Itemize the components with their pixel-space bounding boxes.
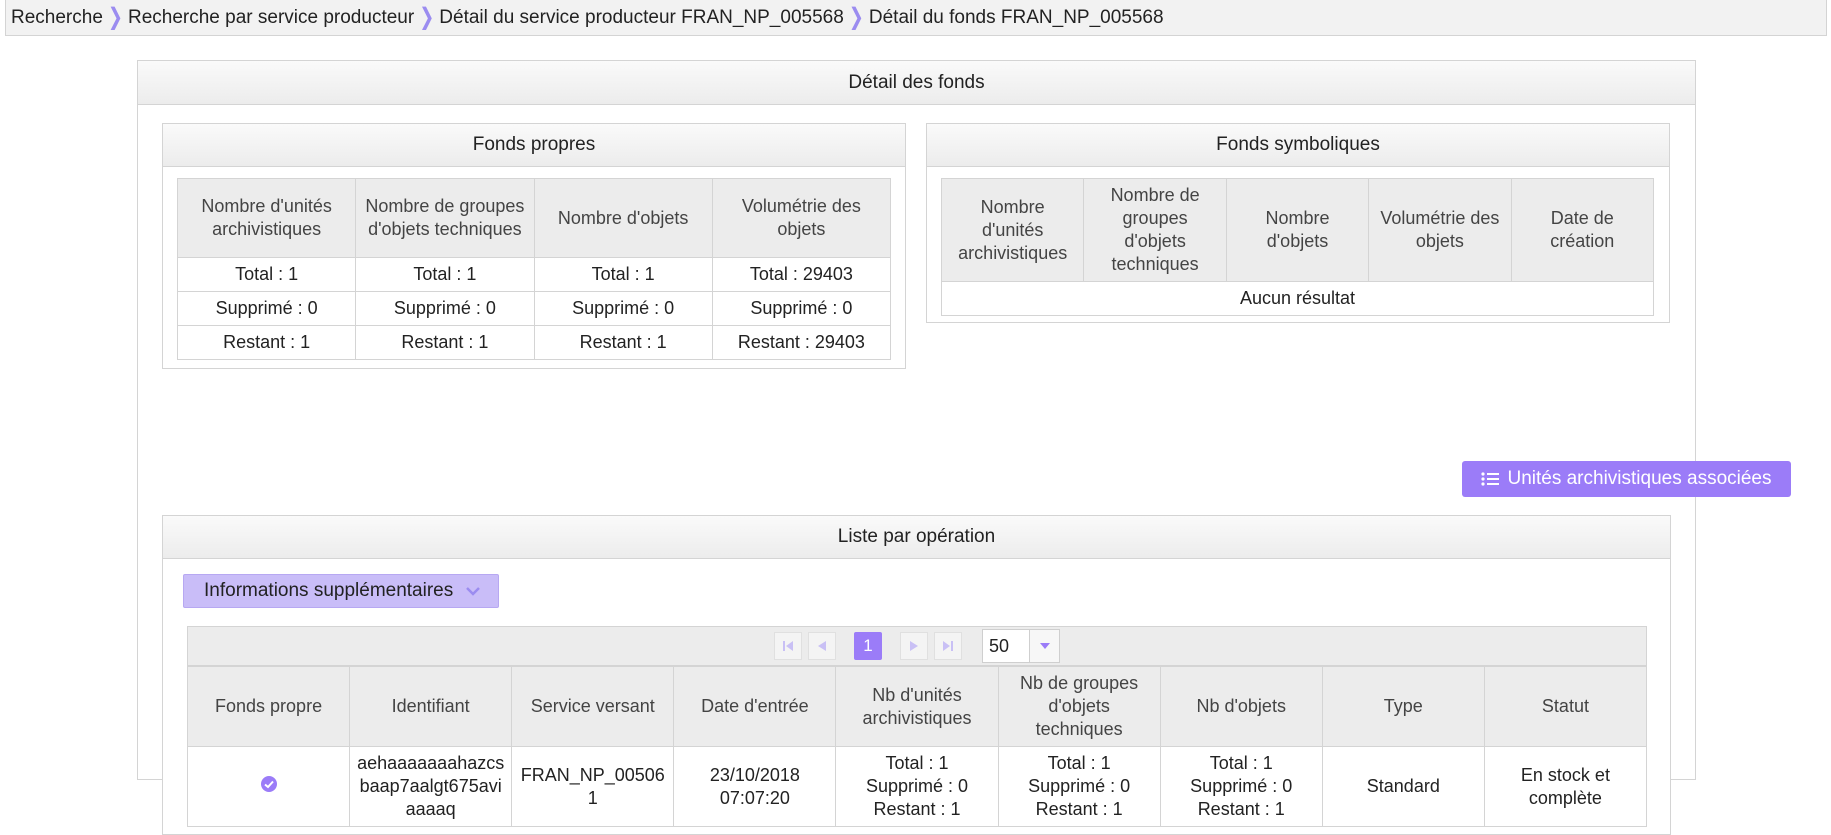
page-size-value: 50 — [989, 635, 1010, 656]
operations-table: Fonds propre Identifiant Service versant… — [186, 666, 1648, 827]
table-cell: Total : 1 — [355, 257, 535, 292]
associated-units-label: Unités archivistiques associées — [1507, 468, 1772, 489]
column-header[interactable]: Identifiant — [349, 666, 513, 747]
table-cell: Restant : 1 — [533, 325, 713, 360]
column-header[interactable]: Nb d'unités archivistiques — [835, 666, 999, 747]
table-row: Supprimé : 0 Supprimé : 0 Supprimé : 0 S… — [176, 291, 892, 326]
type-cell: Standard — [1321, 746, 1485, 827]
fonds-symboliques-table: Nombre d'unités archivistiques Nombre de… — [940, 178, 1655, 316]
table-row[interactable]: aehaaaaaaahazcsbaap7aalgt675aviaaaaq FRA… — [186, 746, 1648, 827]
operations-title: Liste par opération — [163, 516, 1670, 559]
column-header: Volumétrie des objets — [711, 178, 892, 258]
breadcrumb-item-fonds-detail: Détail du fonds FRAN_NP_005568 — [868, 6, 1164, 28]
table-row: Aucun résultat — [941, 281, 1654, 316]
caret-down-icon — [1029, 630, 1059, 662]
column-header[interactable]: Nb d'objets — [1159, 666, 1323, 747]
column-header[interactable]: Statut — [1483, 666, 1648, 747]
column-header[interactable]: Fonds propre — [186, 666, 351, 747]
check-circle-icon — [260, 775, 278, 797]
breadcrumb-item-service-search[interactable]: Recherche par service producteur — [128, 7, 414, 29]
table-cell: Supprimé : 0 — [176, 291, 357, 326]
previous-page-icon — [818, 641, 826, 651]
nb-objets-remaining: Restant : 1 — [1197, 799, 1285, 819]
date-entree-date: 23/10/2018 — [709, 764, 800, 785]
column-header[interactable]: Type — [1321, 666, 1485, 747]
table-cell: Total : 29403 — [711, 257, 892, 292]
nb-got-total: Total : 1 — [1047, 753, 1111, 773]
fonds-symboliques-title: Fonds symboliques — [927, 124, 1669, 167]
table-cell: Restant : 1 — [176, 325, 357, 360]
nb-got-deleted: Supprimé : 0 — [1028, 776, 1131, 796]
page-size-select[interactable]: 50 — [982, 629, 1060, 663]
additional-info-label: Informations supplémentaires — [204, 580, 454, 601]
date-entree-time: 07:07:20 — [719, 787, 790, 808]
paginator: 1 50 — [187, 626, 1647, 666]
associated-units-button[interactable]: Unités archivistiques associées — [1462, 461, 1791, 497]
fonds-detail-panel: Détail des fonds Fonds propres Nombre d'… — [137, 60, 1791, 835]
breadcrumb-item-service-detail[interactable]: Détail du service producteur FRAN_NP_005… — [439, 7, 844, 29]
column-header: Nombre de groupes d'objets techniques — [355, 178, 535, 258]
breadcrumb-item-recherche[interactable]: Recherche — [11, 7, 103, 29]
next-page-button[interactable] — [900, 632, 928, 660]
chevron-right-icon: ❯ — [848, 3, 864, 30]
first-page-button[interactable] — [774, 632, 802, 660]
chevron-right-icon: ❯ — [107, 3, 123, 30]
fonds-symboliques-panel: Fonds symboliques Nombre d'unités archiv… — [926, 123, 1670, 323]
nb-objets-total: Total : 1 — [1209, 753, 1273, 773]
table-cell: Total : 1 — [176, 257, 357, 292]
nb-ua-cell: Total : 1 Supprimé : 0 Restant : 1 — [835, 746, 999, 827]
column-header: Nombre d'unités archivistiques — [940, 178, 1085, 282]
column-header: Nombre d'unités archivistiques — [176, 178, 357, 258]
table-cell: Total : 1 — [533, 257, 713, 292]
table-row: Total : 1 Total : 1 Total : 1 Total : 29… — [176, 257, 892, 292]
table-cell: Restant : 29403 — [711, 325, 892, 360]
column-header[interactable]: Nb de groupes d'objets techniques — [997, 666, 1161, 747]
fonds-propres-panel: Fonds propres Nombre d'unités archivisti… — [162, 123, 906, 369]
table-row: Restant : 1 Restant : 1 Restant : 1 Rest… — [176, 325, 892, 360]
nb-got-cell: Total : 1 Supprimé : 0 Restant : 1 — [997, 746, 1161, 827]
breadcrumb: Recherche ❯ Recherche par service produc… — [5, 0, 1827, 36]
page-number-button[interactable]: 1 — [854, 632, 882, 660]
chevron-down-icon — [465, 586, 481, 596]
list-icon — [1481, 471, 1500, 487]
empty-result-text: Aucun résultat — [941, 281, 1654, 316]
table-cell: Supprimé : 0 — [355, 291, 535, 326]
additional-info-button[interactable]: Informations supplémentaires — [183, 574, 499, 608]
table-cell: Supprimé : 0 — [533, 291, 713, 326]
fonds-propres-table: Nombre d'unités archivistiques Nombre de… — [176, 178, 892, 360]
column-header: Nombre d'objets — [1225, 178, 1370, 282]
last-page-button[interactable] — [934, 632, 962, 660]
fonds-propre-cell — [186, 746, 351, 827]
column-header: Date de création — [1510, 178, 1655, 282]
status-cell: En stock et complète — [1483, 746, 1648, 827]
panel-title: Détail des fonds — [138, 61, 1695, 105]
nb-ua-deleted: Supprimé : 0 — [865, 776, 969, 796]
operations-panel: Liste par opération Informations supplém… — [162, 515, 1671, 835]
column-header: Nombre d'objets — [533, 178, 713, 258]
nb-got-remaining: Restant : 1 — [1035, 799, 1123, 819]
table-cell: Supprimé : 0 — [711, 291, 892, 326]
nb-objets-deleted: Supprimé : 0 — [1190, 776, 1293, 796]
chevron-right-icon: ❯ — [419, 3, 435, 30]
fonds-propres-title: Fonds propres — [163, 124, 905, 167]
column-header[interactable]: Service versant — [511, 666, 675, 747]
table-cell: Restant : 1 — [355, 325, 535, 360]
last-page-icon — [943, 641, 953, 651]
column-header: Volumétrie des objets — [1368, 178, 1512, 282]
nb-objets-cell: Total : 1 Supprimé : 0 Restant : 1 — [1159, 746, 1323, 827]
first-page-icon — [783, 641, 793, 651]
next-page-icon — [910, 641, 918, 651]
column-header[interactable]: Date d'entrée — [673, 666, 837, 747]
previous-page-button[interactable] — [808, 632, 836, 660]
identifier-cell: aehaaaaaaahazcsbaap7aalgt675aviaaaaq — [349, 746, 513, 827]
nb-ua-total: Total : 1 — [885, 753, 949, 773]
date-entree-cell: 23/10/2018 07:07:20 — [673, 746, 837, 827]
nb-ua-remaining: Restant : 1 — [873, 799, 961, 819]
column-header: Nombre de groupes d'objets techniques — [1083, 178, 1227, 282]
service-versant-cell: FRAN_NP_005061 — [511, 746, 675, 827]
